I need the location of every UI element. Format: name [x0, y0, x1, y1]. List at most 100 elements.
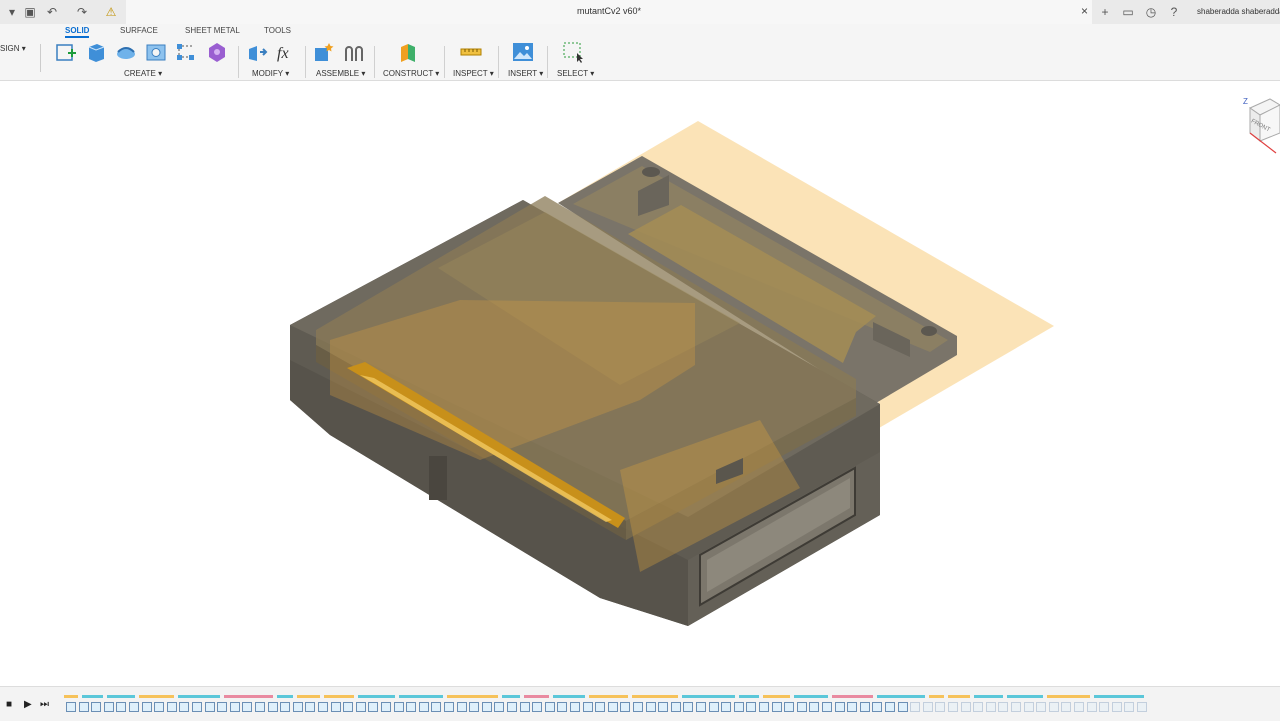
undo-icon[interactable]: ↶	[44, 4, 60, 20]
timeline-feature-icon[interactable]	[733, 702, 744, 712]
select-box-icon[interactable]	[562, 41, 584, 63]
timeline-feature-icon[interactable]	[1023, 702, 1034, 712]
menu-icon[interactable]: ▾	[4, 4, 20, 20]
hole-icon[interactable]	[145, 41, 167, 63]
history-icon[interactable]: ◷	[1143, 4, 1159, 20]
timeline-feature-icon[interactable]	[796, 702, 807, 712]
new-component-icon[interactable]	[313, 41, 335, 63]
timeline-feature-icon[interactable]	[267, 702, 278, 712]
timeline-feature-icon[interactable]	[1111, 702, 1122, 712]
chat-icon[interactable]: ▭	[1120, 4, 1136, 20]
timeline-feature-icon[interactable]	[948, 702, 958, 712]
timeline-feature-icon[interactable]	[318, 702, 328, 712]
timeline-feature-icon[interactable]	[1124, 702, 1135, 712]
tab-surface[interactable]: SURFACE	[120, 26, 158, 35]
timeline-feature-icon[interactable]	[292, 702, 303, 712]
modify-menu[interactable]: MODIFY ▾	[252, 69, 289, 78]
timeline-feature-icon[interactable]	[809, 702, 820, 712]
timeline-feature-icon[interactable]	[721, 702, 732, 712]
select-menu[interactable]: SELECT ▾	[557, 69, 594, 78]
timeline-feature-icon[interactable]	[822, 702, 832, 712]
timeline-feature-icon[interactable]	[897, 702, 908, 712]
create-sketch-icon[interactable]	[55, 41, 77, 63]
timeline-feature-icon[interactable]	[620, 702, 631, 712]
timeline-feature-icon[interactable]	[1137, 702, 1147, 712]
timeline-feature-icon[interactable]	[784, 702, 795, 712]
timeline-feature-icon[interactable]	[935, 702, 946, 712]
timeline-feature-icon[interactable]	[103, 702, 114, 712]
timeline-feature-icon[interactable]	[645, 702, 656, 712]
timeline-feature-icon[interactable]	[255, 702, 265, 712]
workspace-switcher[interactable]: SIGN ▾	[0, 44, 41, 72]
user-name[interactable]: shaberadda shaberadda	[1197, 7, 1280, 16]
timeline-feature-icon[interactable]	[532, 702, 543, 712]
timeline-feature-icon[interactable]	[166, 702, 177, 712]
construct-menu[interactable]: CONSTRUCT ▾	[383, 69, 439, 78]
timeline-feature-icon[interactable]	[607, 702, 618, 712]
timeline-feature-icon[interactable]	[393, 702, 404, 712]
timeline-feature-icon[interactable]	[507, 702, 517, 712]
extrude-icon[interactable]	[85, 41, 107, 63]
fx-parameters-icon[interactable]: fx	[276, 41, 298, 63]
timeline-feature-icon[interactable]	[192, 702, 202, 712]
timeline-feature-icon[interactable]	[129, 702, 139, 712]
timeline-track[interactable]	[62, 691, 1280, 719]
offset-plane-icon[interactable]	[397, 41, 419, 63]
timeline-feature-icon[interactable]	[431, 702, 442, 712]
timeline-feature-icon[interactable]	[696, 702, 706, 712]
timeline-feature-icon[interactable]	[683, 702, 694, 712]
timeline-stop-icon[interactable]: ■	[6, 699, 12, 710]
redo-icon[interactable]: ↷	[74, 4, 90, 20]
press-pull-icon[interactable]	[246, 41, 268, 63]
timeline-feature-icon[interactable]	[859, 702, 870, 712]
timeline-feature-icon[interactable]	[519, 702, 530, 712]
timeline-feature-icon[interactable]	[154, 702, 165, 712]
timeline-feature-icon[interactable]	[582, 702, 593, 712]
timeline-feature-icon[interactable]	[1061, 702, 1072, 712]
insert-image-icon[interactable]	[512, 41, 534, 63]
timeline-feature-icon[interactable]	[1011, 702, 1021, 712]
timeline-feature-icon[interactable]	[406, 702, 417, 712]
timeline-feature-icon[interactable]	[469, 702, 480, 712]
timeline-feature-icon[interactable]	[494, 702, 505, 712]
timeline-feature-icon[interactable]	[229, 702, 240, 712]
timeline-end-icon[interactable]: ⏭	[40, 699, 49, 710]
joint-icon[interactable]	[343, 41, 365, 63]
timeline-feature-icon[interactable]	[885, 702, 895, 712]
timeline-feature-icon[interactable]	[872, 702, 883, 712]
pattern-icon[interactable]	[175, 41, 197, 63]
close-tab-icon[interactable]: ×	[1081, 4, 1088, 18]
warning-icon[interactable]: ⚠	[103, 4, 119, 20]
timeline-feature-icon[interactable]	[570, 702, 580, 712]
timeline-play-icon[interactable]: ▶	[24, 699, 32, 710]
document-tab[interactable]: mutantCv2 v60* ×	[126, 0, 1092, 24]
timeline-feature-icon[interactable]	[670, 702, 681, 712]
save-icon[interactable]: ▣	[22, 4, 38, 20]
timeline-feature-icon[interactable]	[985, 702, 996, 712]
insert-menu[interactable]: INSERT ▾	[508, 69, 543, 78]
tab-sheet-metal[interactable]: SHEET METAL	[185, 26, 240, 35]
timeline-feature-icon[interactable]	[343, 702, 354, 712]
timeline-feature-icon[interactable]	[922, 702, 933, 712]
timeline-feature-icon[interactable]	[633, 702, 643, 712]
timeline-feature-icon[interactable]	[381, 702, 391, 712]
timeline-feature-icon[interactable]	[368, 702, 379, 712]
timeline-feature-icon[interactable]	[204, 702, 215, 712]
help-icon[interactable]: ?	[1166, 4, 1182, 20]
timeline-feature-icon[interactable]	[847, 702, 858, 712]
timeline-feature-icon[interactable]	[1074, 702, 1084, 712]
timeline-feature-icon[interactable]	[834, 702, 845, 712]
timeline-feature-icon[interactable]	[771, 702, 782, 712]
timeline-feature-icon[interactable]	[305, 702, 316, 712]
canvas-viewport[interactable]: Z FRONT	[0, 81, 1280, 686]
timeline-feature-icon[interactable]	[960, 702, 971, 712]
timeline-feature-icon[interactable]	[481, 702, 492, 712]
create-form-icon[interactable]	[206, 41, 228, 63]
timeline-feature-icon[interactable]	[66, 702, 76, 712]
timeline-feature-icon[interactable]	[280, 702, 291, 712]
timeline-feature-icon[interactable]	[456, 702, 467, 712]
timeline-feature-icon[interactable]	[418, 702, 429, 712]
timeline-feature-icon[interactable]	[444, 702, 454, 712]
timeline-feature-icon[interactable]	[708, 702, 719, 712]
timeline-feature-icon[interactable]	[759, 702, 769, 712]
